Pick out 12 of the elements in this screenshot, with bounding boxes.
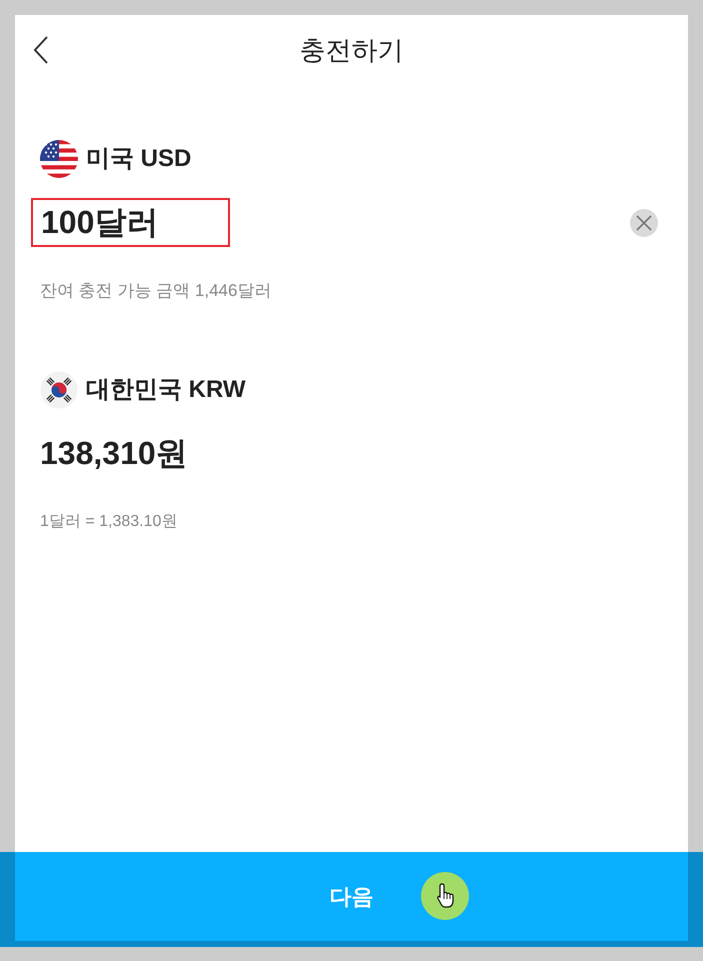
converted-amount: 138,310원 [40,434,188,472]
page-title: 충전하기 [298,34,404,67]
amount-input[interactable]: 100달러 [31,198,230,247]
close-icon [636,214,652,230]
currency-label: 미국 USD [86,144,192,174]
currency-label: 대한민국 KRW [86,375,246,405]
korea-flag-icon [40,371,78,409]
exchange-rate-text: 1달러 = 1,383.10원 [40,512,178,532]
chevron-left-icon [33,36,49,64]
clear-button[interactable] [630,208,658,236]
remaining-limit-text: 잔여 충전 가능 금액 1,446달러 [40,280,272,302]
us-flag-icon [40,140,78,178]
